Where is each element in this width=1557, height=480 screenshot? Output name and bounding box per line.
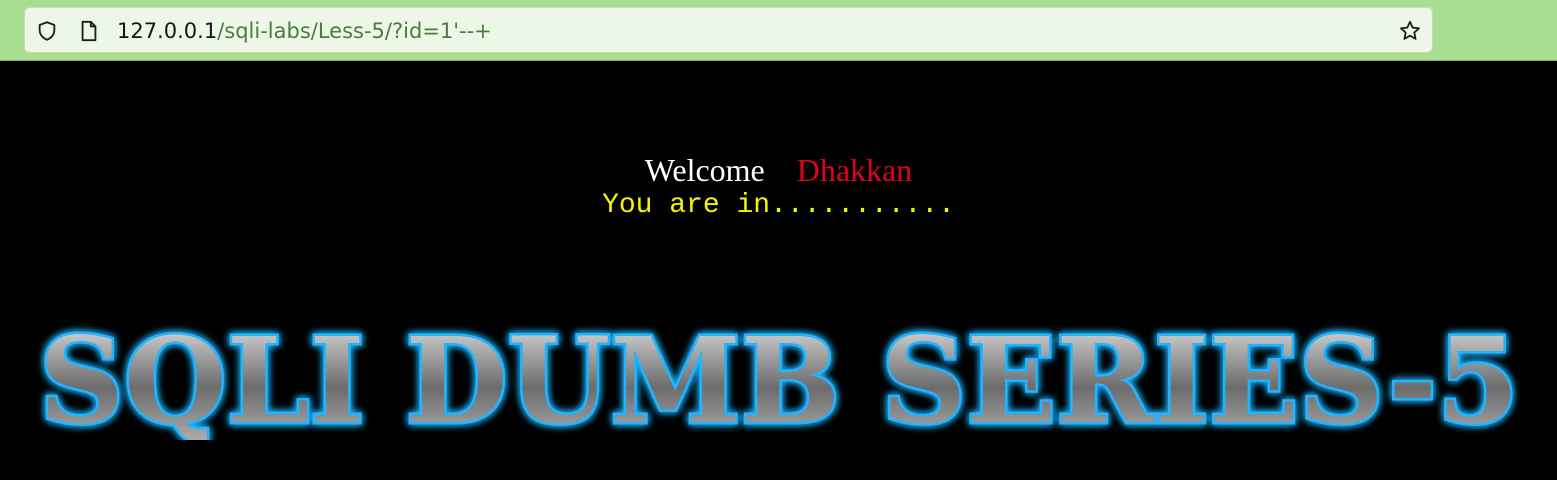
star-icon[interactable] [1398, 19, 1422, 43]
welcome-line: Welcome Dhakkan [0, 150, 1557, 190]
url-host: 127.0.0.1 [117, 19, 218, 43]
banner-text: SQLI DUMB SERIES-5 [39, 311, 1519, 440]
welcome-label: Welcome [644, 152, 765, 188]
banner-logo: SQLI DUMB SERIES-5 [37, 309, 1522, 441]
shield-icon[interactable] [35, 19, 59, 43]
status-message: You are in........... [602, 190, 955, 221]
address-bar[interactable]: 127.0.0.1/sqli-labs/Less-5/?id=1'--+ [24, 7, 1433, 53]
page-icon [77, 19, 101, 43]
user-name: Dhakkan [796, 152, 913, 188]
browser-toolbar: 127.0.0.1/sqli-labs/Less-5/?id=1'--+ [0, 0, 1557, 61]
page-content: Welcome Dhakkan You are in........... SQ… [0, 62, 1557, 480]
url-path: /sqli-labs/Less-5/?id=1'--+ [217, 19, 492, 43]
url-text[interactable]: 127.0.0.1/sqli-labs/Less-5/?id=1'--+ [117, 17, 492, 45]
